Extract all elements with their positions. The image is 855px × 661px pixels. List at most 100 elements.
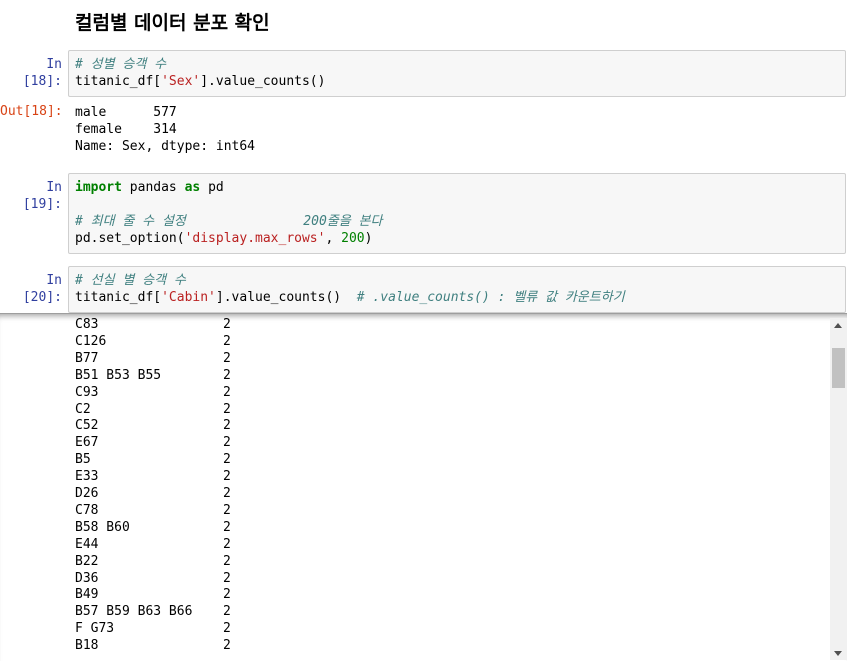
code-token: pandas: [121, 180, 185, 195]
code-string: 'Cabin': [161, 290, 216, 305]
cabin-count: 2: [223, 469, 231, 485]
cabin-label: B57 B59 B63 B66: [75, 604, 193, 620]
input-prompt-18: In [18]:: [22, 57, 62, 89]
cabin-count: 2: [223, 367, 231, 383]
arrow-up-icon[interactable]: [834, 323, 842, 328]
code-token: ,: [325, 231, 342, 246]
value-count-row: E33 2: [75, 468, 231, 485]
cabin-label: E33: [75, 469, 99, 485]
cabin-label: D26: [75, 486, 99, 501]
value-count-row: C2 2: [75, 401, 231, 418]
cabin-count: 2: [223, 333, 231, 349]
cabin-label: F G73: [75, 621, 115, 637]
scrollbar-thumb[interactable]: [832, 348, 845, 388]
code-keyword: as: [184, 180, 201, 195]
value-count-row: B58 B60 2: [75, 519, 231, 536]
code-comment: # 성별 승객 수: [75, 57, 167, 72]
cabin-label: C126: [75, 333, 107, 349]
cabin-count: 2: [223, 570, 231, 586]
cabin-label: B5: [75, 452, 91, 468]
cabin-count: 2: [223, 418, 231, 434]
cabin-count: 2: [223, 519, 231, 535]
cabin-label: B18: [75, 638, 99, 654]
cabin-label: D36: [75, 570, 99, 586]
cabin-label: B77: [75, 350, 99, 366]
value-count-row: D36 2: [75, 570, 231, 587]
output-line: male 577: [75, 105, 177, 120]
cabin-label: B22: [75, 553, 99, 569]
cabin-label: C52: [75, 418, 99, 434]
cabin-count: 2: [223, 350, 231, 366]
cabin-label: E44: [75, 536, 99, 552]
code-line: # 성별 승객 수: [75, 56, 839, 73]
input-prompt-20: In [20]:: [22, 273, 62, 305]
value-count-row: B77 2: [75, 350, 231, 367]
code-line: pd.set_option('display.max_rows', 200): [75, 230, 839, 247]
value-count-row: B51 B53 B55 2: [75, 367, 231, 384]
value-count-row: C52 2: [75, 417, 231, 434]
cabin-count: 2: [223, 553, 231, 569]
code-token: 200: [341, 231, 365, 246]
output-scroll-area[interactable]: C83 2 C126 2 B77 2 B51 B53 B55 2 C93 2 C2 2 C52 2 E67 2…: [0, 313, 847, 661]
code-token: ): [364, 231, 373, 246]
arrow-down-icon[interactable]: [834, 651, 842, 656]
code-cell-19[interactable]: import pandas as pd # 최대 줄 수 설정 200줄을 본다 p…: [68, 173, 846, 254]
value-count-row: C93 2: [75, 384, 231, 401]
cabin-count: 2: [223, 401, 231, 417]
cabin-count: 2: [223, 604, 231, 620]
code-cell-20[interactable]: # 선실 별 승객 수 titanic_df['Cabin'].value_cou…: [68, 266, 846, 313]
code-comment: # 최대 줄 수 설정 200줄을 본다: [75, 214, 383, 229]
cabin-label: B51 B53 B55: [75, 367, 162, 383]
value-count-row: B18 2: [75, 637, 231, 654]
value-count-row: F G73 2: [75, 620, 231, 637]
value-count-row: C126 2: [75, 333, 231, 350]
code-line: # 최대 줄 수 설정 200줄을 본다: [75, 213, 839, 230]
cabin-label: C2: [75, 401, 91, 417]
code-token: titanic_df[: [75, 74, 162, 89]
input-prompt-19: In [19]:: [22, 180, 62, 212]
value-count-row: E44 2: [75, 536, 231, 553]
cabin-count: 2: [223, 486, 231, 501]
code-string: 'Sex': [161, 74, 201, 89]
code-keyword: import: [75, 180, 122, 195]
value-count-row: B57 B59 B63 B66 2: [75, 603, 231, 620]
value-count-row: B49 2: [75, 586, 231, 603]
code-token: pd.set_option(: [75, 231, 185, 246]
cabin-label: E67: [75, 435, 99, 451]
cabin-count: 2: [223, 384, 231, 400]
cabin-label: B49: [75, 587, 99, 603]
cabin-count: 2: [223, 317, 231, 332]
cabin-count: 2: [223, 536, 231, 552]
cabin-count: 2: [223, 587, 231, 603]
value-count-row: C78 2: [75, 502, 231, 519]
code-cell-18[interactable]: # 성별 승객 수 titanic_df['Sex'].value_counts(…: [68, 50, 846, 97]
cabin-label: B58 B60: [75, 519, 130, 535]
cabin-label: C83: [75, 317, 99, 332]
output-line: Name: Sex, dtype: int64: [75, 139, 256, 154]
value-count-row: C83 2: [75, 316, 231, 333]
code-token: ].value_counts(): [215, 290, 357, 305]
code-line: titanic_df['Cabin'].value_counts() # .va…: [75, 289, 839, 306]
section-heading: 컬럼별 데이터 분포 확인: [75, 12, 270, 34]
code-comment: # 선실 별 승객 수: [75, 273, 186, 288]
value-count-row: B22 2: [75, 553, 231, 570]
code-token: ].value_counts(): [200, 74, 326, 89]
value-count-row: D26 2: [75, 485, 231, 502]
output-prompt-18: Out[18]:: [0, 104, 63, 119]
code-string: 'display.max_rows': [184, 231, 326, 246]
cabin-count: 2: [223, 452, 231, 468]
cabin-count: 2: [223, 621, 231, 637]
code-token: titanic_df[: [75, 290, 162, 305]
cabin-count: 2: [223, 502, 231, 518]
code-comment: # .value_counts() : 벨류 값 카운트하기: [356, 290, 625, 305]
cabin-count: 2: [223, 638, 231, 654]
code-line: # 선실 별 승객 수: [75, 272, 839, 289]
code-line: titanic_df['Sex'].value_counts(): [75, 73, 839, 90]
output-line: female 314: [75, 122, 177, 137]
value-count-row: E67 2: [75, 434, 231, 451]
cabin-label: C78: [75, 502, 99, 518]
value-count-row: B5 2: [75, 451, 231, 468]
vertical-scrollbar[interactable]: [830, 318, 847, 660]
code-line: import pandas as pd: [75, 179, 839, 196]
